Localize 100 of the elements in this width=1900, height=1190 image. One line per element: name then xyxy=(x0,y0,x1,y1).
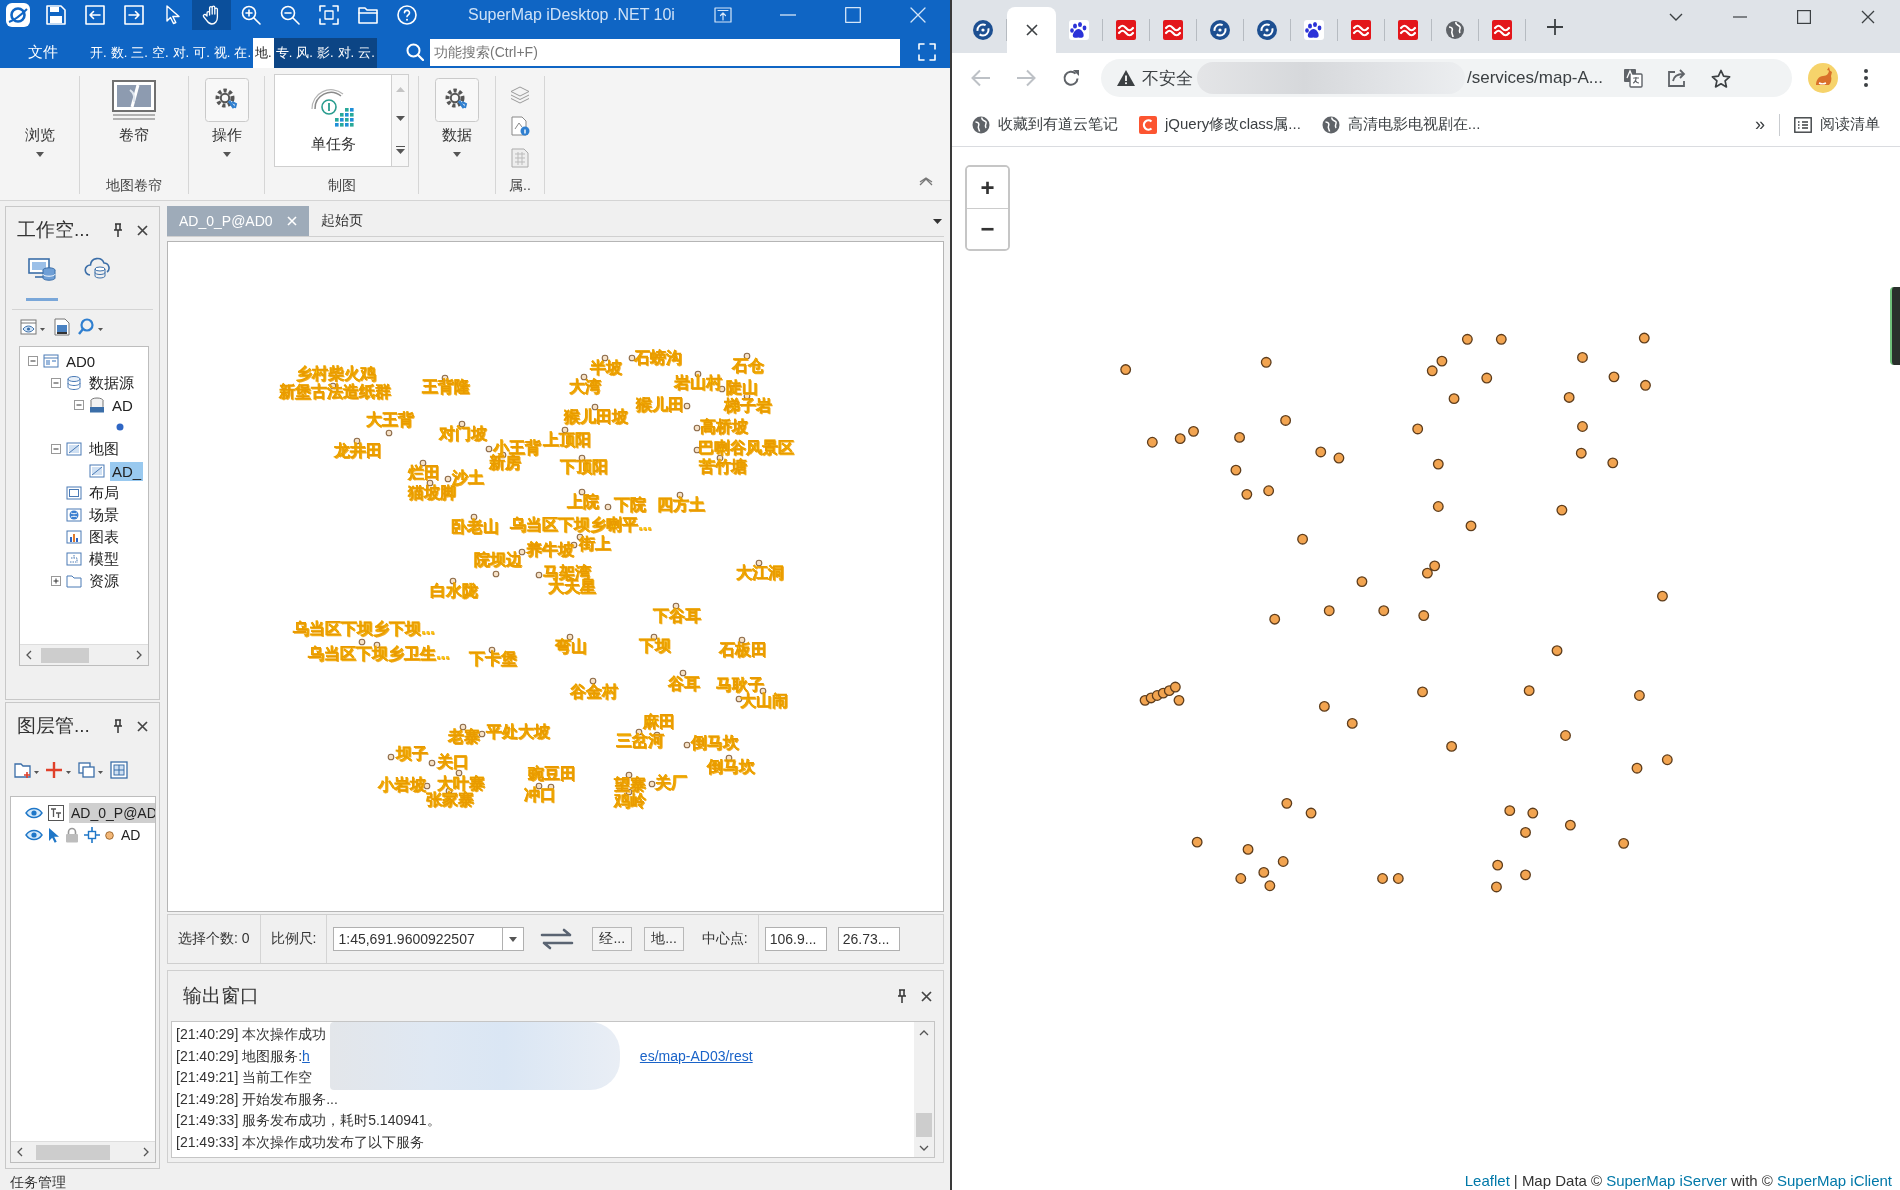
box-arrow-up-icon[interactable] xyxy=(713,7,732,23)
wave-logo-icon[interactable] xyxy=(1163,20,1183,40)
url-link[interactable]: es/map-AD03/rest xyxy=(639,1047,753,1064)
coordinate-button[interactable]: 地... xyxy=(644,927,684,951)
scroll-left-icon[interactable] xyxy=(26,650,32,660)
tree-item[interactable]: AD xyxy=(110,395,135,415)
round-logo-icon[interactable] xyxy=(1210,20,1230,40)
close-icon[interactable] xyxy=(1861,10,1875,24)
attribution-link[interactable]: SuperMap iClient xyxy=(1776,1172,1892,1190)
search-icon[interactable] xyxy=(406,43,424,61)
scroll-right-icon[interactable] xyxy=(136,650,142,660)
ribbon-tab[interactable]: 风. xyxy=(294,38,315,68)
center-x-field[interactable]: 106.9... xyxy=(764,927,827,951)
search-field[interactable]: 功能搜索(Ctrl+F) xyxy=(430,38,900,66)
close-icon[interactable] xyxy=(137,720,148,732)
scale-combo-box[interactable]: 1:45,691.9600922507 xyxy=(333,927,525,951)
avatar-icon[interactable] xyxy=(1808,63,1838,93)
share-icon[interactable] xyxy=(1667,69,1688,87)
horizontal-scrollbar[interactable] xyxy=(20,644,148,665)
plus-icon[interactable] xyxy=(46,761,72,779)
round-logo-icon[interactable] xyxy=(1257,20,1277,40)
search-icon[interactable] xyxy=(78,318,104,336)
translate-icon[interactable] xyxy=(1623,68,1644,88)
wave-logo-icon[interactable] xyxy=(1492,20,1512,40)
plus-box-icon[interactable] xyxy=(51,576,61,586)
scroll-left-icon[interactable] xyxy=(17,1147,23,1157)
bookmark-item[interactable]: 收藏到有道云笔记 xyxy=(972,115,1118,134)
tree-item[interactable]: AD_ xyxy=(110,461,144,481)
tree-item[interactable]: 场景 xyxy=(87,504,121,526)
tree-item[interactable]: 模型 xyxy=(87,548,121,570)
gallery-item[interactable]: 单任务 xyxy=(274,74,392,167)
page-icon[interactable] xyxy=(53,318,71,336)
ribbon-button[interactable]: 操作 xyxy=(200,76,253,178)
horizontal-scrollbar[interactable] xyxy=(11,1141,155,1162)
arc-logo-icon[interactable] xyxy=(1139,115,1157,134)
paw-icon[interactable] xyxy=(1304,20,1324,40)
ribbon-tab[interactable]: 三. xyxy=(129,38,150,68)
reload-icon[interactable] xyxy=(1062,69,1080,87)
lock-icon[interactable] xyxy=(65,827,79,843)
ribbon-tab[interactable]: 对. xyxy=(335,38,357,68)
minus-box-icon[interactable] xyxy=(28,356,38,366)
scrollbar-thumb[interactable] xyxy=(36,1144,110,1160)
minus-box-icon[interactable] xyxy=(51,378,61,388)
swap-arrows-icon[interactable] xyxy=(540,928,575,950)
tree-item[interactable]: 图表 xyxy=(87,526,121,548)
pan-tool-button[interactable] xyxy=(192,0,231,30)
url-link[interactable]: h xyxy=(302,1047,310,1064)
scrollbar-thumb[interactable] xyxy=(41,647,89,663)
ribbon-tab[interactable]: 数. xyxy=(108,38,130,68)
attribution-link[interactable]: Leaflet xyxy=(1464,1172,1510,1190)
paw-icon[interactable] xyxy=(1069,20,1089,40)
grid-frame-icon[interactable] xyxy=(110,761,128,779)
bookmarks-overflow-button[interactable]: » xyxy=(1755,114,1765,135)
ribbon-tab[interactable]: 视. xyxy=(211,38,233,68)
chevron-down-icon[interactable] xyxy=(1669,13,1683,21)
pin-icon[interactable] xyxy=(113,223,123,237)
tree-item[interactable]: 布局 xyxy=(87,482,121,504)
caret-icon[interactable] xyxy=(222,152,231,157)
tree-item[interactable]: AD0 xyxy=(64,351,98,371)
address-bar[interactable]: 不安全 /services/map-A... xyxy=(1101,59,1792,97)
list-icon[interactable] xyxy=(1794,116,1812,133)
ribbon-tab[interactable]: 地. xyxy=(253,38,274,68)
copy-icon[interactable] xyxy=(78,761,104,779)
caret-icon[interactable] xyxy=(35,152,44,157)
ribbon-button[interactable]: 浏览 xyxy=(20,76,59,178)
tree-item[interactable]: 地图 xyxy=(87,438,121,460)
wave-logo-icon[interactable] xyxy=(1398,20,1418,40)
ribbon-tab[interactable]: 专. xyxy=(273,38,295,68)
url-text[interactable]: /services/map-A... xyxy=(1467,68,1604,88)
close-icon[interactable] xyxy=(1025,24,1038,36)
bookmark-item[interactable]: 高清电影电视剧在... xyxy=(1321,115,1481,134)
caret-icon[interactable] xyxy=(509,936,518,942)
ribbon-tab[interactable]: 在. xyxy=(232,38,253,68)
web-map[interactable]: + − Leaflet | Map Data © SuperMap iServer with © SuperMap iClient xyxy=(952,147,1900,1190)
maximize-icon[interactable] xyxy=(1797,10,1811,24)
caret-down-icon[interactable] xyxy=(395,116,405,122)
bar-caret-down-icon[interactable] xyxy=(395,145,405,154)
ribbon-tab[interactable]: 可. xyxy=(191,38,212,68)
side-panel-handle[interactable] xyxy=(1890,287,1900,365)
tree-item[interactable]: 数据源 xyxy=(87,372,136,394)
center-y-field[interactable]: 26.73... xyxy=(837,927,900,951)
caret-icon[interactable] xyxy=(933,218,942,224)
eye-icon[interactable] xyxy=(25,807,43,819)
pin-icon[interactable] xyxy=(113,719,123,733)
tree-item[interactable]: 资源 xyxy=(87,570,121,592)
file-menu[interactable]: 文件 xyxy=(12,36,74,68)
ribbon-tab[interactable]: 空. xyxy=(149,38,171,68)
ribbon-tab[interactable]: 开. xyxy=(88,38,109,68)
eye-window-icon[interactable] xyxy=(20,318,46,336)
warning-icon[interactable] xyxy=(1117,70,1135,86)
plus-icon[interactable] xyxy=(1547,18,1563,35)
document-tab[interactable]: 起始页 xyxy=(308,206,375,236)
double-chevron-up-icon[interactable] xyxy=(919,177,933,186)
ribbon-button[interactable]: 卷帘 xyxy=(108,76,160,175)
close-icon[interactable] xyxy=(137,224,148,236)
crosshair-icon[interactable] xyxy=(84,827,100,843)
globe-icon[interactable] xyxy=(1445,20,1465,40)
close-icon[interactable] xyxy=(921,990,932,1002)
expand-icon[interactable] xyxy=(918,43,936,61)
caret-icon[interactable] xyxy=(453,152,461,157)
